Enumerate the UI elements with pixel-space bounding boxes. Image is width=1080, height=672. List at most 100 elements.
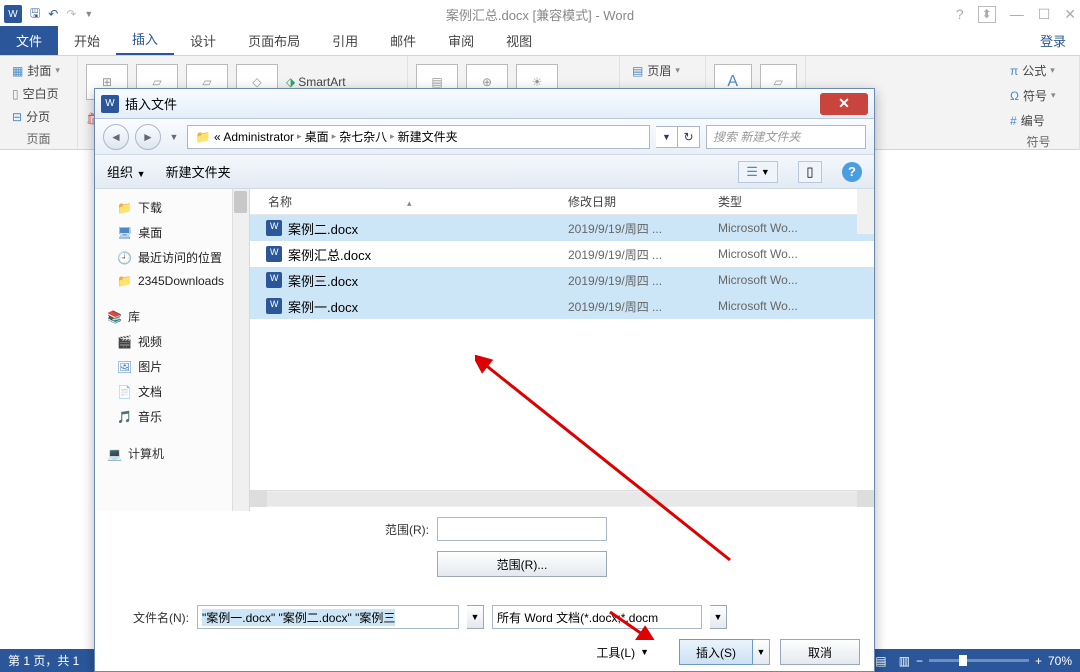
insert-dropdown[interactable]: ▼: [753, 639, 770, 665]
cover-page-button[interactable]: ▦封面 ▾: [8, 60, 69, 81]
breadcrumb-desktop[interactable]: 桌面: [305, 128, 329, 145]
preview-pane-button[interactable]: ▯: [798, 161, 822, 183]
maximize-icon[interactable]: ☐: [1038, 6, 1051, 23]
column-type[interactable]: 类型: [718, 193, 874, 210]
docx-icon: [266, 246, 282, 262]
nav-forward-button[interactable]: ►: [135, 124, 161, 150]
nav-back-button[interactable]: ◄: [103, 124, 129, 150]
new-folder-button[interactable]: 新建文件夹: [166, 162, 231, 181]
help-icon[interactable]: ?: [956, 6, 964, 23]
page-break-button[interactable]: ⊟分页: [8, 106, 69, 127]
filename-input[interactable]: "案例一.docx" "案例二.docx" "案例三: [197, 605, 459, 629]
breadcrumb[interactable]: 📁 « Administrator▸ 桌面▸ 杂七杂八▸ 新建文件夹: [187, 125, 650, 149]
filetype-filter[interactable]: 所有 Word 文档(*.docx;*.docm: [492, 605, 702, 629]
tab-insert[interactable]: 插入: [116, 24, 174, 55]
tree-pictures[interactable]: 🖼图片: [95, 354, 249, 379]
ribbon-group-page-label: 页面: [8, 130, 69, 147]
qat-dropdown-icon[interactable]: ▼: [84, 9, 93, 19]
search-input[interactable]: 搜索 新建文件夹: [706, 125, 866, 149]
tab-review[interactable]: 审阅: [432, 26, 490, 55]
pictures-icon: 🖼: [117, 360, 132, 374]
tab-home[interactable]: 开始: [58, 26, 116, 55]
tree-scrollbar[interactable]: [232, 189, 249, 511]
refresh-button[interactable]: ↻: [678, 126, 700, 148]
dialog-toolbar: 组织 ▼ 新建文件夹 ☰ ▼ ▯ ?: [95, 155, 874, 189]
insert-file-dialog: W 插入文件 ✕ ◄ ► ▼ 📁 « Administrator▸ 桌面▸ 杂七…: [94, 88, 875, 672]
breadcrumb-folder1[interactable]: 杂七杂八: [339, 128, 387, 145]
tab-view[interactable]: 视图: [490, 26, 548, 55]
dialog-titlebar[interactable]: W 插入文件 ✕: [95, 89, 874, 119]
library-icon: 📚: [107, 310, 122, 324]
help-button[interactable]: ?: [842, 162, 862, 182]
tree-libraries[interactable]: 📚库: [95, 304, 249, 329]
cancel-button[interactable]: 取消: [780, 639, 860, 665]
word-doc-icon: W: [101, 95, 119, 113]
tools-button[interactable]: 工具(L)▼: [596, 644, 649, 661]
cover-page-icon: ▦: [12, 64, 23, 78]
zoom-in-button[interactable]: +: [1035, 654, 1042, 668]
undo-icon[interactable]: ↶: [48, 7, 58, 21]
omega-icon: Ω: [1010, 89, 1019, 103]
filename-dropdown[interactable]: ▼: [467, 605, 484, 629]
save-icon[interactable]: 🖫: [30, 4, 40, 25]
dialog-nav-bar: ◄ ► ▼ 📁 « Administrator▸ 桌面▸ 杂七杂八▸ 新建文件夹…: [95, 119, 874, 155]
file-row[interactable]: 案例二.docx 2019/9/19/周四 ...Microsoft Wo...: [250, 215, 874, 241]
tree-recent[interactable]: 🕘最近访问的位置: [95, 245, 249, 270]
music-icon: 🎵: [117, 410, 132, 424]
close-icon[interactable]: ✕: [1064, 6, 1076, 23]
tab-layout[interactable]: 页面布局: [232, 26, 316, 55]
tab-references[interactable]: 引用: [316, 26, 374, 55]
zoom-level[interactable]: 70%: [1048, 654, 1072, 668]
zoom-slider[interactable]: [929, 659, 1029, 662]
ribbon-tabs: 文件 开始 插入 设计 页面布局 引用 邮件 审阅 视图 登录: [0, 28, 1080, 56]
file-row[interactable]: 案例一.docx 2019/9/19/周四 ...Microsoft Wo...: [250, 293, 874, 319]
number-button[interactable]: #编号: [1006, 110, 1071, 131]
header-button[interactable]: ▤页眉 ▾: [628, 60, 697, 81]
insert-button[interactable]: 插入(S): [679, 639, 753, 665]
view-mode-button[interactable]: ☰ ▼: [738, 161, 778, 183]
tree-2345downloads[interactable]: 📁2345Downloads: [95, 270, 249, 292]
dialog-bottom: 范围(R): 范围(R)... 文件名(N): "案例一.docx" "案例二.…: [95, 511, 874, 671]
minimize-icon[interactable]: —: [1010, 6, 1024, 23]
tree-desktop[interactable]: 🖥桌面: [95, 220, 249, 245]
blank-page-button[interactable]: ▯空白页: [8, 83, 69, 104]
tab-file[interactable]: 文件: [0, 26, 58, 55]
tree-music[interactable]: 🎵音乐: [95, 404, 249, 429]
range-button[interactable]: 范围(R)...: [437, 551, 607, 577]
redo-icon[interactable]: ↷: [66, 7, 76, 21]
tree-downloads[interactable]: 📁下载: [95, 195, 249, 220]
tree-documents[interactable]: 📄文档: [95, 379, 249, 404]
pi-icon: π: [1010, 64, 1018, 78]
zoom-control[interactable]: − + 70%: [916, 654, 1072, 668]
breadcrumb-root[interactable]: « Administrator: [214, 130, 294, 144]
tree-computer[interactable]: 💻计算机: [95, 441, 249, 466]
breadcrumb-folder2[interactable]: 新建文件夹: [398, 128, 458, 145]
equation-button[interactable]: π公式 ▾: [1006, 60, 1071, 81]
ribbon-collapse-icon[interactable]: ⬍: [978, 6, 996, 23]
file-vscrollbar[interactable]: [857, 189, 874, 234]
column-date[interactable]: 修改日期: [568, 193, 718, 210]
column-name[interactable]: 名称▴: [268, 193, 568, 210]
horizontal-scrollbar[interactable]: [250, 490, 874, 507]
tab-design[interactable]: 设计: [174, 26, 232, 55]
tab-mail[interactable]: 邮件: [374, 26, 432, 55]
tab-login[interactable]: 登录: [1024, 26, 1080, 55]
tree-videos[interactable]: 🎬视频: [95, 329, 249, 354]
symbol-button[interactable]: Ω符号 ▾: [1006, 85, 1071, 106]
filename-label: 文件名(N):: [109, 609, 189, 626]
organize-button[interactable]: 组织 ▼: [107, 162, 146, 181]
dialog-close-button[interactable]: ✕: [820, 93, 868, 115]
quick-access-toolbar: W 🖫 ↶ ↷ ▼: [4, 4, 93, 25]
documents-icon: 📄: [117, 385, 132, 399]
zoom-out-button[interactable]: −: [916, 654, 923, 668]
breadcrumb-dropdown[interactable]: ▼: [656, 126, 678, 148]
page-status[interactable]: 第 1 页，共 1: [8, 652, 79, 669]
file-row[interactable]: 案例三.docx 2019/9/19/周四 ...Microsoft Wo...: [250, 267, 874, 293]
nav-tree: 📁下载 🖥桌面 🕘最近访问的位置 📁2345Downloads 📚库 🎬视频 🖼…: [95, 189, 250, 511]
filter-dropdown[interactable]: ▼: [710, 605, 727, 629]
view-web-layout[interactable]: ▥: [893, 654, 916, 668]
ribbon-group-symbol-label: 符号: [1006, 133, 1071, 150]
file-row[interactable]: 案例汇总.docx 2019/9/19/周四 ...Microsoft Wo..…: [250, 241, 874, 267]
nav-history-dropdown[interactable]: ▼: [167, 124, 181, 150]
range-input[interactable]: [437, 517, 607, 541]
